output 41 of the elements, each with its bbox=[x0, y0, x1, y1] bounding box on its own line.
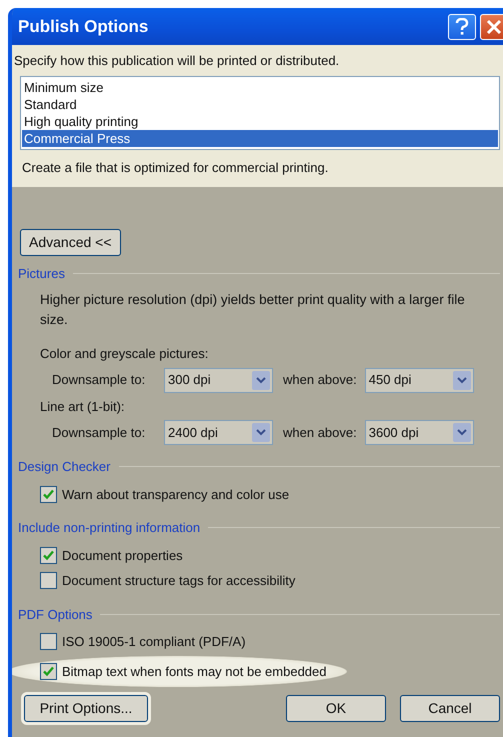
field-label: Downsample to: bbox=[52, 424, 146, 442]
section-heading: PDF Options bbox=[18, 606, 92, 624]
checkbox[interactable] bbox=[40, 662, 57, 680]
info-text: Higher picture resolution (dpi) yields better print quality with a larger file size. bbox=[39, 290, 466, 329]
field-label: when above: bbox=[283, 424, 357, 442]
dropdown[interactable]: 2400 dpi bbox=[164, 420, 273, 445]
description-text: Create a file that is optimized for commercial printing. bbox=[22, 158, 330, 177]
dropdown[interactable]: 450 dpi bbox=[364, 368, 474, 392]
checkbox-label: Warn about transparency and color use bbox=[62, 486, 290, 504]
field-label: when above: bbox=[283, 371, 357, 390]
checkbox-label: ISO 19005-1 compliant (PDF/A) bbox=[62, 633, 246, 651]
checkbox[interactable] bbox=[40, 572, 57, 590]
help-button[interactable] bbox=[448, 14, 476, 40]
group-label: Line art (1-bit): bbox=[39, 398, 126, 416]
checkbox[interactable] bbox=[40, 546, 57, 564]
checkbox-label: Document properties bbox=[62, 546, 183, 565]
dropdown[interactable]: 3600 dpi bbox=[364, 420, 474, 445]
prompt-text: Specify how this publication will be printed or distributed. bbox=[14, 52, 340, 70]
list-item[interactable]: Commercial Press bbox=[22, 130, 498, 146]
dialog-button[interactable]: Cancel bbox=[400, 695, 500, 722]
dialog-button[interactable]: Print Options... bbox=[24, 695, 148, 722]
preset-list[interactable]: Minimum size Standard High quality printing Commercial Press bbox=[20, 76, 500, 150]
window-title: Publish Options bbox=[18, 16, 150, 38]
dialog-button[interactable]: OK bbox=[286, 695, 386, 722]
section-heading: Include non-printing information bbox=[18, 519, 200, 537]
section-heading: Design Checker bbox=[18, 458, 110, 476]
close-icon bbox=[486, 18, 502, 34]
dropdown[interactable]: 300 dpi bbox=[164, 368, 273, 392]
checkbox[interactable] bbox=[40, 486, 57, 503]
group-label: Color and greyscale pictures: bbox=[39, 345, 210, 363]
close-button[interactable] bbox=[480, 14, 503, 40]
list-item[interactable]: High quality printing bbox=[22, 112, 498, 130]
list-item[interactable]: Standard bbox=[22, 96, 498, 112]
section-heading: Pictures bbox=[18, 265, 65, 283]
list-item[interactable]: Minimum size bbox=[22, 78, 498, 96]
checkbox-label: Document structure tags for accessibility bbox=[62, 572, 296, 590]
checkbox[interactable] bbox=[40, 633, 57, 650]
question-mark-icon bbox=[455, 18, 469, 36]
advanced-button[interactable]: Advanced << bbox=[20, 229, 121, 256]
checkbox-label: Bitmap text when fonts may not be embedded bbox=[62, 662, 326, 681]
field-label: Downsample to: bbox=[52, 371, 146, 390]
